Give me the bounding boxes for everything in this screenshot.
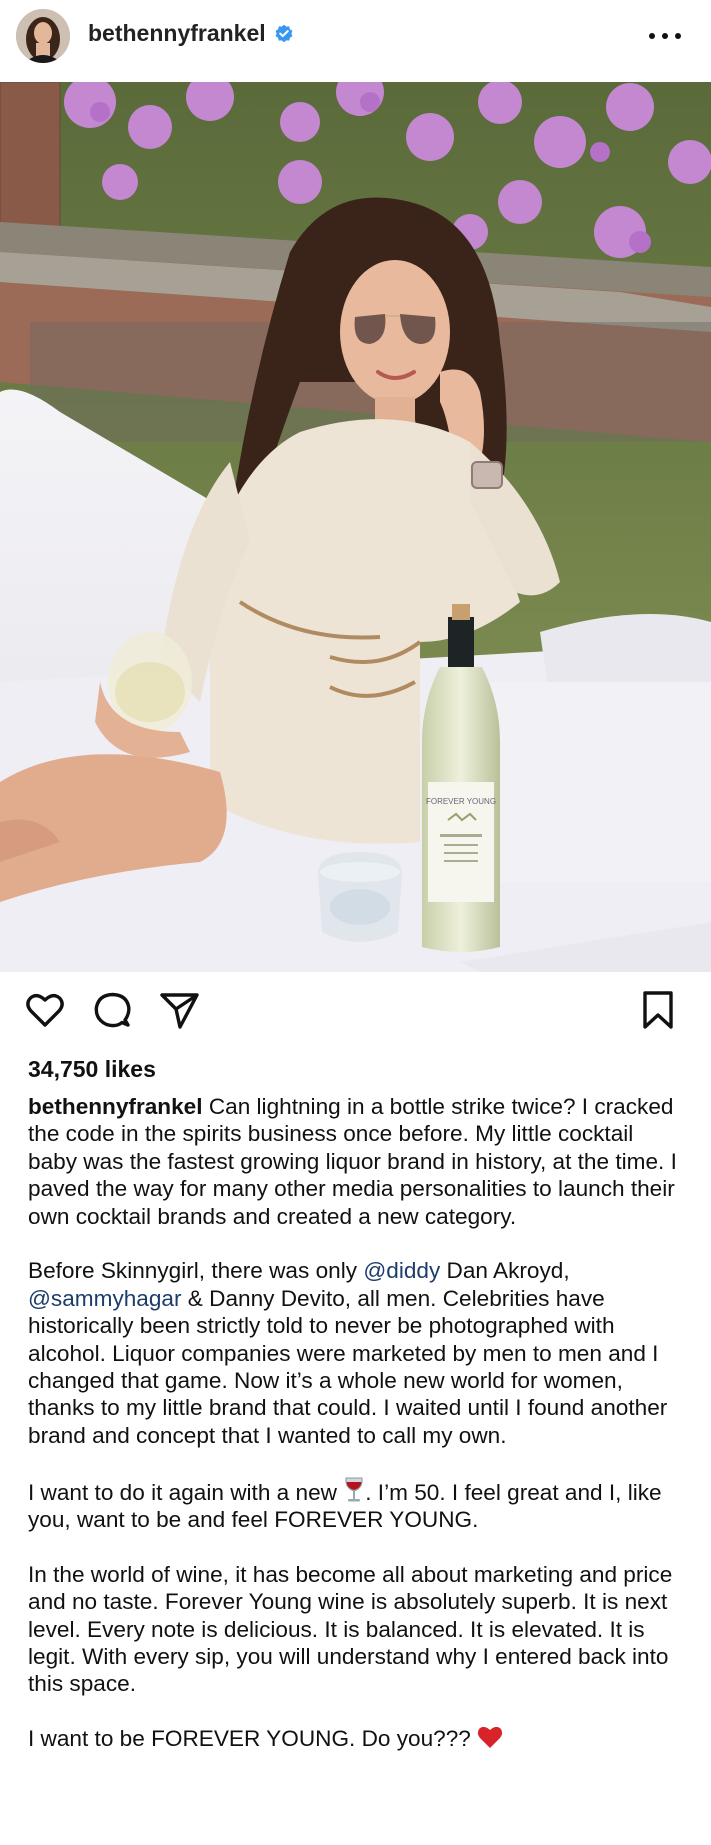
caption-text: In the world of wine, it has become all …: [28, 1561, 673, 1697]
caption-paragraph: bethennyfrankel Can lightning in a bottl…: [28, 1093, 678, 1230]
mention-link[interactable]: @diddy: [363, 1258, 440, 1283]
avatar[interactable]: [16, 9, 70, 63]
bookmark-icon[interactable]: [636, 988, 680, 1032]
caption-text: I want to be FOREVER YOUNG. Do you???: [28, 1726, 478, 1752]
caption-paragraph: I want to be FOREVER YOUNG. Do you???: [28, 1725, 678, 1752]
post-caption: bethennyfrankel Can lightning in a bottl…: [28, 1093, 678, 1780]
send-icon[interactable]: [157, 988, 201, 1032]
caption-paragraph: I want to do it again with a new . I’m 5…: [28, 1477, 678, 1534]
caption-username[interactable]: bethennyfrankel: [28, 1094, 203, 1119]
bottle-label: FOREVER YOUNG: [426, 797, 496, 806]
red-heart-emoji-icon: [478, 1727, 503, 1749]
action-bar: [0, 988, 711, 1038]
username[interactable]: bethennyfrankel: [88, 20, 294, 47]
post-header: bethennyfrankel: [0, 0, 711, 74]
caption-paragraph: Before Skinnygirl, there was only @diddy…: [28, 1257, 678, 1449]
caption-text: I want to do it again with a new: [28, 1479, 344, 1505]
caption-text: Before Skinnygirl, there was only: [28, 1258, 364, 1284]
mention-link[interactable]: @sammyhagar: [28, 1286, 182, 1311]
post-photo[interactable]: FOREVER YOUNG: [0, 82, 711, 972]
more-options-icon[interactable]: [645, 20, 685, 50]
wine-glass-emoji-icon: [345, 1477, 363, 1502]
comment-icon[interactable]: [90, 988, 134, 1032]
heart-icon[interactable]: [23, 988, 67, 1032]
caption-paragraph: In the world of wine, it has become all …: [28, 1561, 678, 1698]
username-text[interactable]: bethennyfrankel: [88, 20, 266, 47]
caption-text: Dan Akroyd,: [440, 1258, 570, 1284]
verified-badge-icon: [275, 24, 293, 42]
likes-count[interactable]: 34,750 likes: [28, 1056, 156, 1083]
